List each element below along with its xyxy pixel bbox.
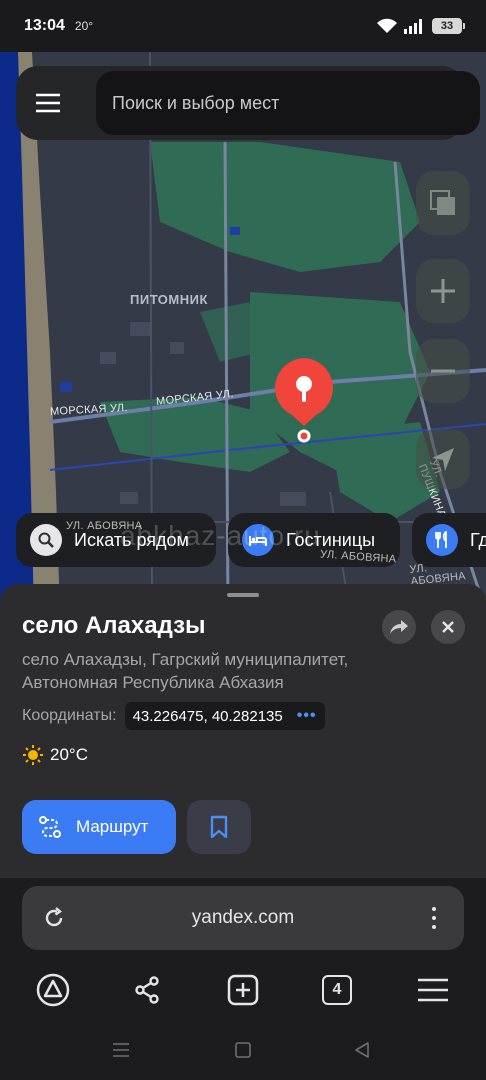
my-location-button[interactable] (416, 429, 470, 489)
back-nav-button[interactable] (350, 1038, 374, 1062)
status-icons: 33 (376, 18, 465, 34)
back-triangle-icon (355, 1042, 369, 1058)
coordinates-more-icon[interactable]: ••• (297, 707, 317, 725)
route-button[interactable]: Маршрут (22, 800, 176, 854)
signal-icon (404, 19, 422, 34)
bookmark-button[interactable] (187, 800, 251, 854)
fork-knife-icon (426, 524, 458, 556)
district-label: ПИТОМНИК (130, 292, 208, 307)
weather-temperature: 20°C (50, 745, 88, 764)
battery-icon: 33 (432, 18, 465, 34)
hamburger-icon (418, 978, 448, 1002)
share-page-button[interactable] (127, 970, 167, 1010)
coordinates-label: Координаты: (22, 707, 117, 724)
recent-apps-button[interactable] (109, 1038, 133, 1062)
navigation-arrow-icon (432, 448, 454, 471)
weather: 20°C (22, 744, 88, 766)
close-icon (442, 621, 454, 633)
status-time: 13:04 (24, 17, 65, 34)
watermark: abkhaz-auto.ru (120, 520, 321, 551)
browser-toolbar: 4 (0, 964, 486, 1014)
place-address: село Алахадзы, Гагрский муниципалитет, А… (22, 650, 349, 692)
share-arrow-icon (390, 620, 408, 634)
url-text: yandex.com (191, 907, 295, 928)
coordinates-value: 43.226475, 40.282135 (132, 707, 283, 725)
place-title: село Алахадзы (22, 612, 206, 639)
sun-icon (23, 745, 43, 765)
search-bar: Поиск и выбор мест (16, 66, 480, 140)
coordinates-row: Координаты: 43.226475, 40.282135 ••• (22, 702, 325, 730)
sheet-grabber[interactable] (227, 593, 259, 597)
address-bar[interactable]: yandex.com (22, 886, 464, 950)
layers-icon (430, 190, 455, 215)
route-button-label: Маршрут (76, 817, 149, 836)
plus-square-icon (227, 974, 259, 1006)
bookmark-icon (210, 815, 228, 839)
new-tab-button[interactable] (223, 970, 263, 1010)
minus-icon (431, 369, 455, 373)
status-bar: 13:04 20° 33 (0, 0, 486, 52)
menu-button[interactable] (16, 66, 80, 140)
tabs-count: 4 (322, 975, 352, 1005)
wifi-icon (377, 18, 397, 33)
browser-menu-button[interactable] (413, 970, 453, 1010)
more-options-icon[interactable] (426, 904, 442, 932)
search-icon (30, 524, 62, 556)
layers-button[interactable] (416, 171, 470, 235)
share-icon (135, 976, 159, 1004)
share-button[interactable] (382, 610, 416, 644)
home-button[interactable] (33, 970, 73, 1010)
hamburger-icon (36, 93, 60, 113)
plus-icon (431, 279, 455, 303)
tabs-button[interactable]: 4 (317, 970, 357, 1010)
browser-logo-icon (36, 973, 70, 1007)
pin-icon (275, 358, 333, 443)
system-nav-bar (0, 1018, 486, 1080)
zoom-in-button[interactable] (416, 259, 470, 323)
location-pin[interactable] (272, 356, 336, 446)
status-temperature: 20° (74, 19, 94, 33)
chip-label: Где поесть (470, 529, 486, 550)
browser-chrome: yandex.com 4 (0, 878, 486, 1018)
home-nav-button[interactable] (231, 1038, 255, 1062)
recents-icon (113, 1043, 129, 1057)
square-icon (235, 1042, 251, 1058)
zoom-out-button[interactable] (416, 339, 470, 403)
coordinates-box[interactable]: 43.226475, 40.282135 ••• (124, 702, 325, 730)
place-card: село Алахадзы село Алахадзы, Гагрский му… (0, 584, 486, 878)
route-icon (39, 816, 61, 838)
search-input[interactable]: Поиск и выбор мест (96, 71, 480, 135)
close-button[interactable] (431, 610, 465, 644)
